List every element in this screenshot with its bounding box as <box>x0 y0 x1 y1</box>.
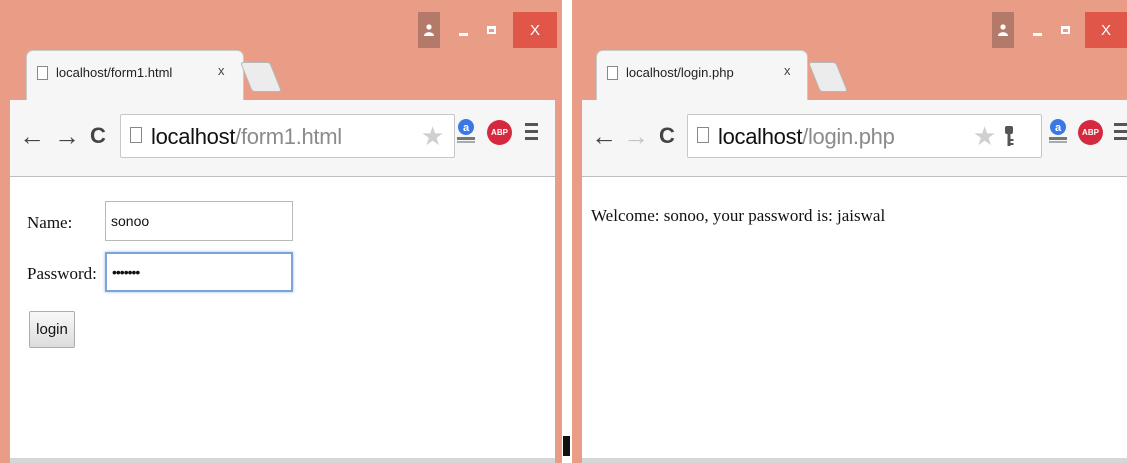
page-icon <box>607 66 618 80</box>
page-icon <box>697 127 709 143</box>
login-button[interactable]: login <box>29 311 75 348</box>
close-icon: X <box>1100 21 1111 39</box>
menu-icon[interactable] <box>1114 123 1127 144</box>
user-glyph <box>998 24 1008 36</box>
name-label: Name: <box>27 213 73 232</box>
adblock-icon[interactable]: ABP <box>1078 120 1103 145</box>
minimize-icon <box>458 33 468 36</box>
bottom-border <box>582 458 1127 463</box>
star-icon[interactable]: ★ <box>973 121 996 152</box>
page-icon <box>130 127 142 143</box>
minimize-icon <box>1032 33 1042 36</box>
user-icon[interactable] <box>418 12 440 48</box>
adblock-icon[interactable]: ABP <box>487 120 512 145</box>
ext-a-icon[interactable]: a <box>1047 118 1069 144</box>
password-label: Password: <box>27 264 97 283</box>
close-button[interactable]: X <box>513 12 557 48</box>
key-icon[interactable] <box>1004 126 1014 148</box>
maximize-button[interactable] <box>478 12 504 48</box>
reload-icon[interactable]: C <box>659 122 675 150</box>
user-icon[interactable] <box>992 12 1014 48</box>
tab-title: localhost/login.php <box>626 65 734 80</box>
password-input[interactable]: ••••••• <box>105 252 293 292</box>
minimize-button[interactable] <box>1022 12 1052 48</box>
tab-close-icon[interactable]: x <box>784 63 791 78</box>
address-bar[interactable]: localhost/form1.html ★ <box>120 114 455 158</box>
address-bar[interactable]: localhost/login.php ★ <box>687 114 1042 158</box>
toolbar: ← → C localhost/login.php ★ a ABP <box>582 100 1127 177</box>
back-arrow-icon[interactable]: ← <box>19 122 45 150</box>
menu-icon[interactable] <box>525 123 538 144</box>
new-tab-button[interactable] <box>239 62 283 92</box>
maximize-icon <box>1060 26 1070 34</box>
browser-window-left: X localhost/form1.html x ← → C localhost… <box>0 0 562 463</box>
welcome-message: Welcome: sonoo, your password is: jaiswa… <box>591 206 886 225</box>
forward-arrow-icon: → <box>623 121 649 151</box>
tab-form1[interactable]: localhost/form1.html x <box>26 50 244 102</box>
user-glyph <box>424 24 434 36</box>
close-icon: X <box>529 21 540 39</box>
url-text: localhost/form1.html <box>151 124 342 149</box>
svg-text:a: a <box>463 122 470 134</box>
tab-login[interactable]: localhost/login.php x <box>596 50 808 102</box>
name-input[interactable]: sonoo <box>105 201 293 241</box>
page-content: Name: sonoo Password: ••••••• login <box>10 177 555 458</box>
tab-title: localhost/form1.html <box>56 65 173 80</box>
divider-mark <box>563 436 570 456</box>
minimize-button[interactable] <box>448 12 478 48</box>
tab-close-icon[interactable]: x <box>218 63 225 78</box>
new-tab-button[interactable] <box>807 62 849 92</box>
forward-arrow-icon[interactable]: → <box>54 122 80 150</box>
maximize-icon <box>486 26 496 34</box>
svg-text:a: a <box>1055 122 1062 134</box>
star-icon[interactable]: ★ <box>421 121 444 152</box>
page-icon <box>37 66 48 80</box>
url-text: localhost/login.php <box>718 124 895 149</box>
back-arrow-icon[interactable]: ← <box>591 122 617 150</box>
browser-window-right: X localhost/login.php x ← → C localhost/… <box>572 0 1127 463</box>
reload-icon[interactable]: C <box>90 122 106 150</box>
ext-a-icon[interactable]: a <box>455 118 477 144</box>
page-content: Welcome: sonoo, your password is: jaiswa… <box>582 177 1127 458</box>
maximize-button[interactable] <box>1052 12 1078 48</box>
toolbar: ← → C localhost/form1.html ★ a ABP <box>10 100 555 177</box>
close-button[interactable]: X <box>1085 12 1127 48</box>
bottom-border <box>10 458 555 463</box>
